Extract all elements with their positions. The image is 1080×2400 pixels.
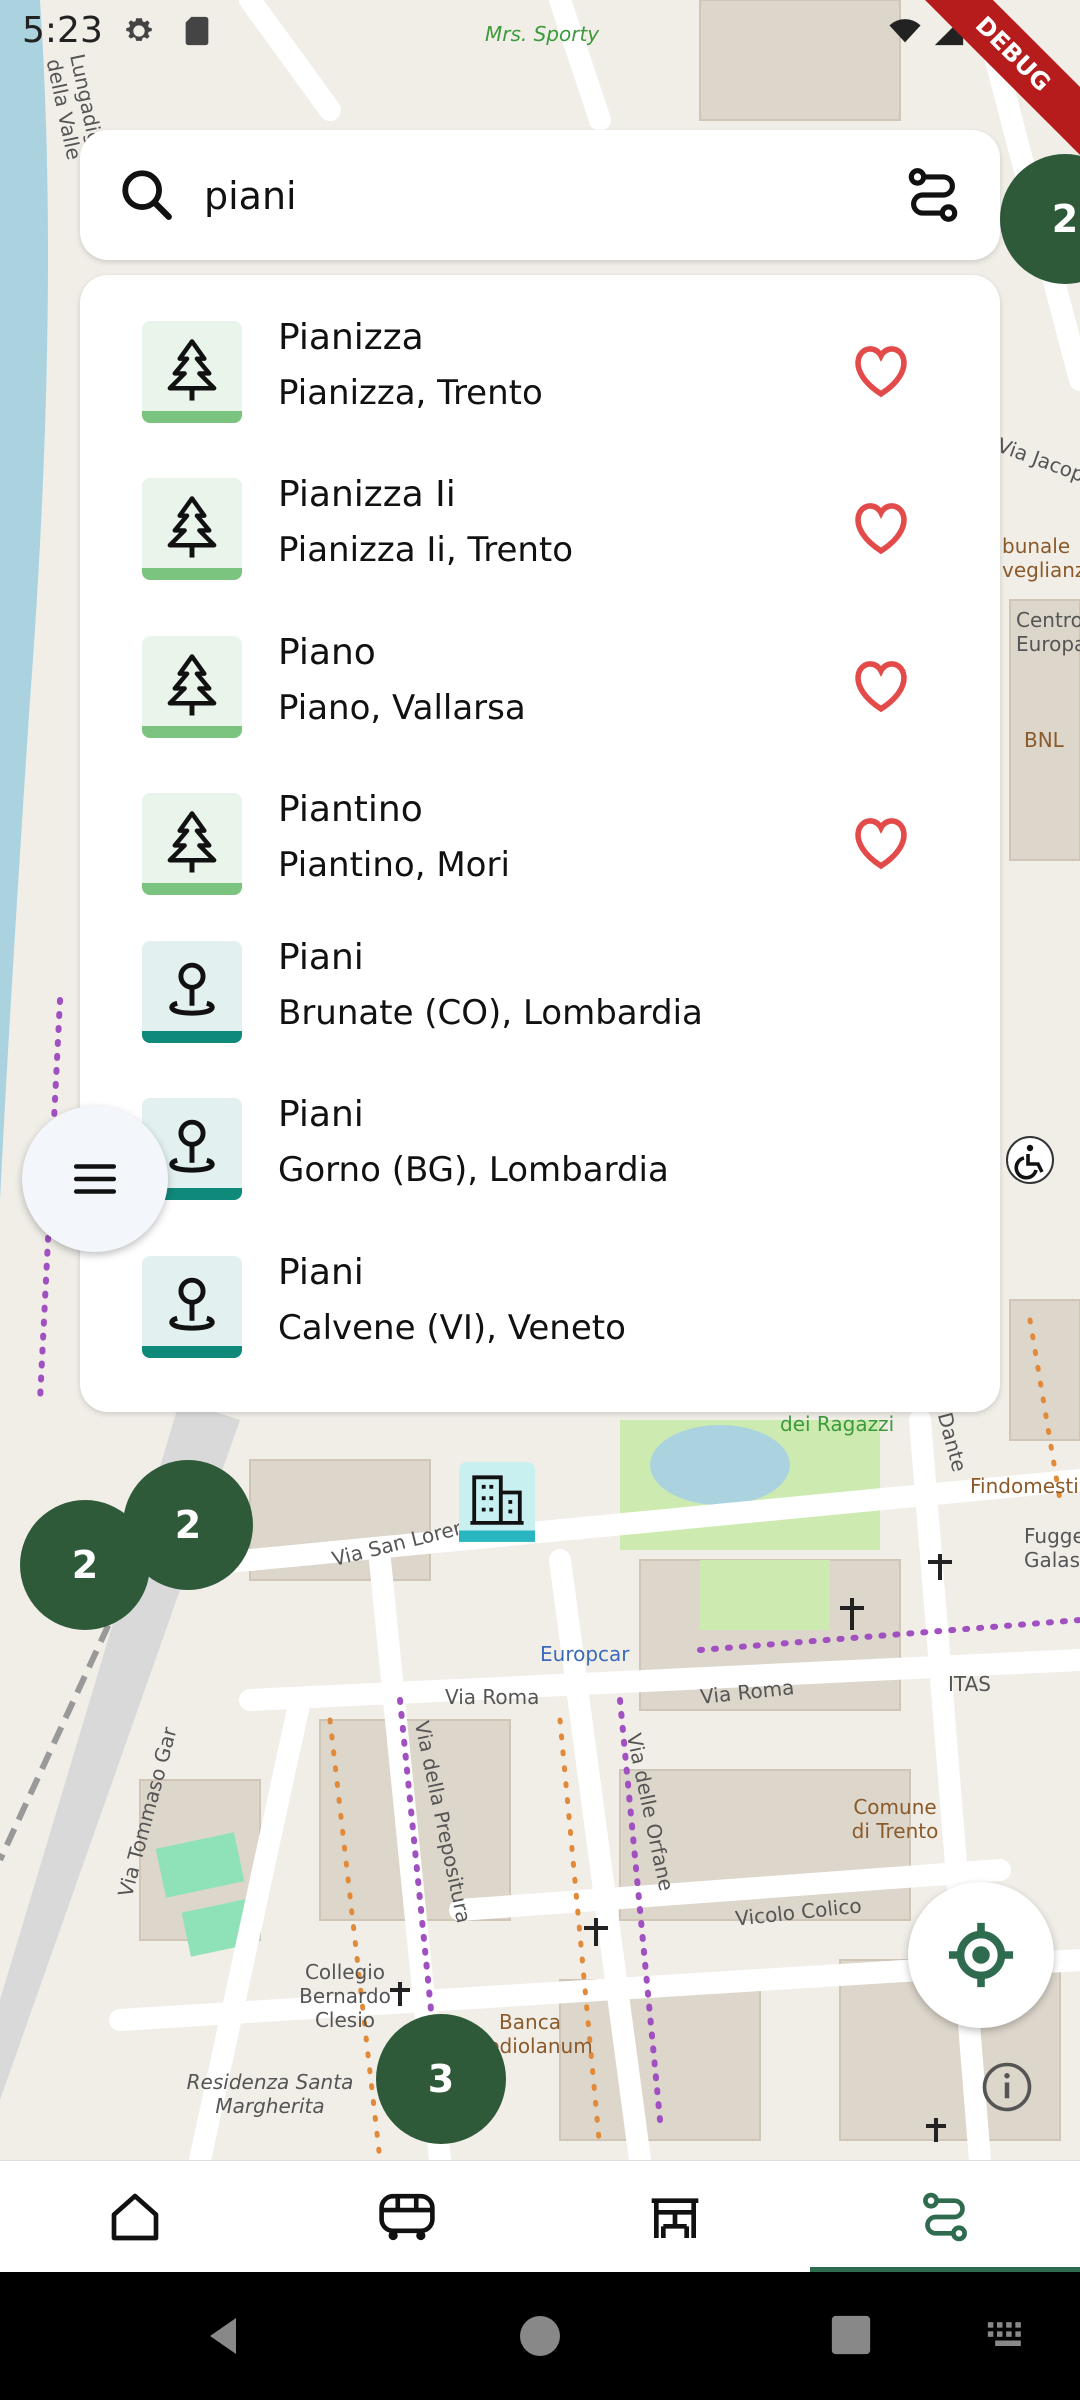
map-label: bunale veglianza <box>1002 534 1080 582</box>
search-icon[interactable] <box>118 166 176 224</box>
building-icon[interactable] <box>459 1462 535 1542</box>
list-item[interactable]: Piani Brunate (CO), Lombardia <box>80 895 1000 1053</box>
status-bar: 5:23 DEBUG <box>0 0 1080 160</box>
search-input[interactable] <box>202 160 846 232</box>
result-subtitle: Piantino, Mori <box>278 845 510 885</box>
back-icon[interactable] <box>200 2312 248 2360</box>
search-results-list: Pianizza Pianizza, Trento Pianizza Ii Pi… <box>80 275 1000 1412</box>
map-label: Residenza Santa Margherita <box>186 2070 354 2118</box>
result-thumbnail <box>142 941 242 1043</box>
crosshair-icon <box>948 1922 1014 1988</box>
map-label: BNL <box>1024 728 1064 752</box>
menu-button[interactable] <box>22 1106 168 1252</box>
info-icon[interactable] <box>980 2060 1034 2114</box>
sd-card-icon <box>185 16 209 46</box>
route-icon <box>923 2192 967 2242</box>
map-label: dei Ragazzi <box>780 1412 895 1436</box>
pin-icon <box>169 1277 215 1331</box>
heart-icon[interactable] <box>850 343 912 399</box>
result-thumbnail <box>142 793 242 895</box>
result-thumbnail <box>142 321 242 423</box>
bench-icon <box>651 2198 699 2238</box>
heart-icon[interactable] <box>850 500 912 556</box>
system-navigation-bar <box>0 2272 1080 2400</box>
map-label: Findomestic <box>970 1474 1080 1498</box>
list-item[interactable]: Pianizza Pianizza, Trento <box>80 275 1000 433</box>
bottom-navigation <box>0 2160 1080 2275</box>
nav-route[interactable] <box>810 2161 1080 2273</box>
result-subtitle: Calvene (VI), Veneto <box>278 1308 626 1348</box>
hamburger-menu-icon <box>73 1164 117 1194</box>
heart-icon[interactable] <box>850 658 912 714</box>
gear-icon <box>126 18 152 41</box>
map-cluster-marker[interactable]: 2 <box>123 1460 253 1590</box>
result-title: Piani <box>278 1252 364 1293</box>
list-item[interactable]: Piantino Piantino, Mori <box>80 747 1000 905</box>
map-label: Centro Europa <box>1016 608 1080 656</box>
map-label: Europcar <box>540 1642 630 1666</box>
recents-icon[interactable] <box>828 2312 874 2358</box>
result-title: Pianizza Ii <box>278 474 456 515</box>
tree-icon <box>167 811 217 873</box>
search-bar <box>80 130 1000 260</box>
result-thumbnail <box>142 478 242 580</box>
list-item[interactable]: Pianizza Ii Pianizza Ii, Trento <box>80 432 1000 590</box>
map-label: ITAS <box>948 1672 991 1696</box>
route-icon[interactable] <box>902 164 964 226</box>
result-title: Piani <box>278 937 364 978</box>
wifi-icon <box>889 19 921 43</box>
result-subtitle: Piano, Vallarsa <box>278 688 526 728</box>
result-title: Piantino <box>278 789 423 830</box>
result-thumbnail <box>142 1256 242 1358</box>
result-subtitle: Pianizza, Trento <box>278 373 543 413</box>
result-thumbnail <box>142 636 242 738</box>
pin-icon <box>169 1119 215 1173</box>
wheelchair-icon[interactable] <box>1006 1136 1054 1184</box>
nav-stops[interactable] <box>540 2161 810 2273</box>
map-cluster-marker[interactable]: 3 <box>376 2014 506 2144</box>
result-title: Piani <box>278 1094 364 1135</box>
map-label: Fugge Galass <box>1024 1524 1080 1572</box>
list-item[interactable]: Piani Calvene (VI), Veneto <box>80 1210 1000 1368</box>
heart-icon[interactable] <box>850 815 912 871</box>
nav-transit[interactable] <box>270 2161 540 2273</box>
tree-icon <box>167 496 217 558</box>
map-label: Comune di Trento <box>851 1795 939 1843</box>
locate-me-button[interactable] <box>908 1882 1054 2028</box>
pin-icon <box>169 962 215 1016</box>
list-item[interactable]: Piani Gorno (BG), Lombardia <box>80 1052 1000 1210</box>
tree-icon <box>167 654 217 716</box>
tree-icon <box>167 339 217 401</box>
keyboard-icon[interactable] <box>986 2320 1030 2350</box>
home-button-icon[interactable] <box>516 2312 564 2360</box>
result-title: Piano <box>278 632 376 673</box>
list-item[interactable]: Piano Piano, Vallarsa <box>80 590 1000 748</box>
bus-icon <box>379 2193 435 2241</box>
result-subtitle: Brunate (CO), Lombardia <box>278 993 703 1033</box>
nav-home[interactable] <box>0 2161 270 2273</box>
result-subtitle: Pianizza Ii, Trento <box>278 530 574 570</box>
home-icon <box>111 2193 159 2241</box>
result-title: Pianizza <box>278 317 424 358</box>
result-subtitle: Gorno (BG), Lombardia <box>278 1150 669 1190</box>
map-label: Via Roma <box>445 1685 540 1709</box>
status-time: 5:23 <box>22 10 103 51</box>
map-label: Collegio Bernardo Clesio <box>299 1960 391 2032</box>
